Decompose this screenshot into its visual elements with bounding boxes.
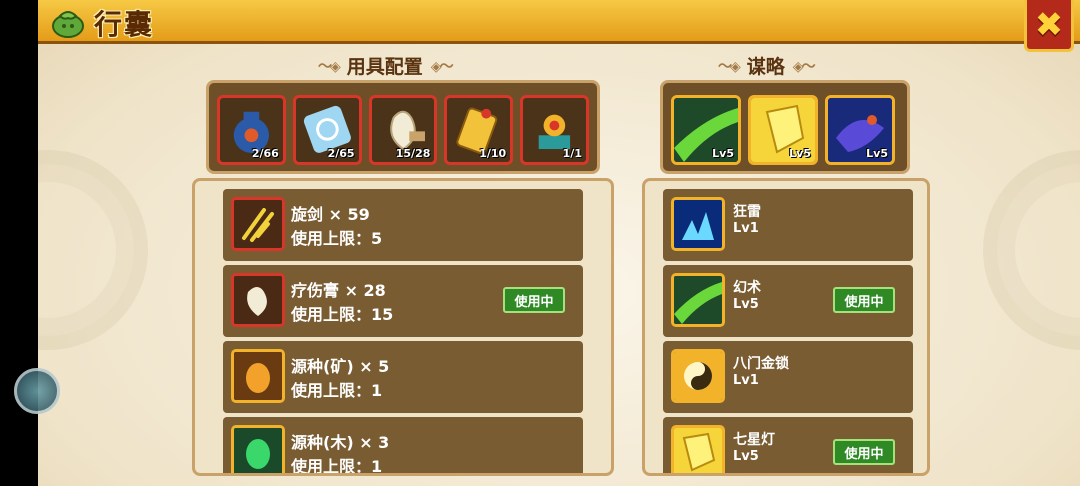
item-name: 源种(矿) × 5 (291, 357, 390, 376)
ornament-right-icon: ◈～ (792, 58, 816, 75)
skill-level: Lv5 (733, 297, 759, 312)
illusion-skill-icon (671, 273, 725, 327)
equip-slot-2[interactable]: 2/65 (292, 95, 362, 165)
list-item[interactable]: 八门金锁 Lv1 (663, 341, 913, 413)
close-x-icon: ✖ (1034, 4, 1064, 45)
skill-name: 幻术 (733, 280, 761, 296)
skill-level: Lv1 (733, 221, 759, 236)
skill-name: 七星灯 (733, 432, 775, 448)
slot-count: 1/10 (479, 147, 507, 160)
item-name: 旋剑 × 59 (291, 205, 370, 224)
list-item[interactable]: 源种(矿) × 5 使用上限：1 (223, 341, 583, 413)
skill-level: Lv5 (866, 147, 888, 160)
slot-count: 15/28 (395, 147, 431, 160)
list-item[interactable]: 旋剑 × 59 使用上限：5 (223, 189, 583, 261)
strategy-section-header: ～◈ 谋略 ◈～ (718, 52, 816, 79)
skill-name: 狂雷 (733, 204, 761, 220)
strategy-slot-2[interactable]: Lv5 (748, 95, 818, 165)
ornament-right-icon: ◈～ (430, 58, 454, 75)
equip-slot-3[interactable]: 15/28 (368, 95, 438, 165)
top-bar: 行囊 ✖ (38, 0, 1080, 52)
ornament-left-icon: ～◈ (718, 58, 741, 75)
slot-count: 2/66 (251, 147, 279, 160)
floating-assistant-button[interactable] (14, 368, 60, 414)
page-title: 行囊 (94, 8, 155, 41)
equip-slot-5[interactable]: 1/1 (520, 95, 589, 165)
ornament-left-icon: ～◈ (318, 58, 341, 75)
yin-yang-skill-icon (671, 349, 725, 403)
in-use-button[interactable]: 使用中 (833, 439, 895, 465)
strategy-slot-3[interactable]: Lv5 (825, 95, 895, 165)
decor-right-pattern (983, 150, 1080, 350)
item-name: 源种(木) × 3 (291, 433, 390, 452)
list-item[interactable]: 幻术 Lv5 使用中 (663, 265, 913, 337)
skill-level: Lv5 (712, 147, 734, 160)
in-use-button[interactable]: 使用中 (503, 287, 565, 313)
lantern-skill-icon (671, 425, 725, 473)
ointment-pouch-icon (231, 273, 285, 327)
skill-level: Lv1 (733, 373, 759, 388)
decor-left-pattern (38, 150, 148, 350)
equipment-slots-tray: 2/66 2/65 15/28 1/10 1/1 (206, 80, 600, 174)
strategy-slots-tray: Lv5 Lv5 Lv5 (660, 80, 910, 174)
item-limit: 使用上限：15 (291, 305, 394, 324)
list-item[interactable]: 七星灯 Lv5 使用中 (663, 417, 913, 473)
item-name: 疗伤膏 × 28 (291, 281, 386, 300)
equipment-section-title: 用具配置 (346, 56, 423, 78)
skill-level: Lv5 (789, 147, 811, 160)
in-use-button[interactable]: 使用中 (833, 287, 895, 313)
spin-sword-icon (231, 197, 285, 251)
close-button[interactable]: ✖ (1024, 0, 1074, 52)
items-list-panel[interactable]: 旋剑 × 59 使用上限：5 疗伤膏 × 28 使用上限：15 使用中 源种(矿… (192, 178, 614, 476)
bag-icon (52, 11, 84, 38)
equip-slot-1[interactable]: 2/66 (217, 95, 286, 165)
equip-slot-4[interactable]: 1/10 (444, 95, 514, 165)
item-limit: 使用上限：1 (291, 457, 383, 476)
ore-seed-icon (231, 349, 285, 403)
skill-name: 八门金锁 (733, 356, 789, 372)
list-item[interactable]: 疗伤膏 × 28 使用上限：15 使用中 (223, 265, 583, 337)
skill-level: Lv5 (733, 449, 759, 464)
strategy-section-title: 谋略 (746, 56, 785, 78)
item-limit: 使用上限：1 (291, 381, 383, 400)
list-item[interactable]: 源种(木) × 3 使用上限：1 (223, 417, 583, 476)
strategy-list-panel[interactable]: 狂雷 Lv1 幻术 Lv5 使用中 八门金锁 Lv1 七星灯 Lv5 使用中 (642, 178, 930, 476)
slot-count: 2/65 (327, 147, 355, 160)
item-limit: 使用上限：5 (291, 229, 383, 248)
bag-screen: 行囊 ✖ ～◈ 用具配置 ◈～ ～◈ 谋略 ◈～ 2/66 2/65 15/28… (38, 0, 1080, 486)
slot-count: 1/1 (562, 147, 582, 160)
wood-seed-icon (231, 425, 285, 473)
thunder-skill-icon (671, 197, 725, 251)
strategy-slot-1[interactable]: Lv5 (671, 95, 741, 165)
equipment-section-header: ～◈ 用具配置 ◈～ (318, 52, 454, 79)
list-item[interactable]: 狂雷 Lv1 (663, 189, 913, 261)
